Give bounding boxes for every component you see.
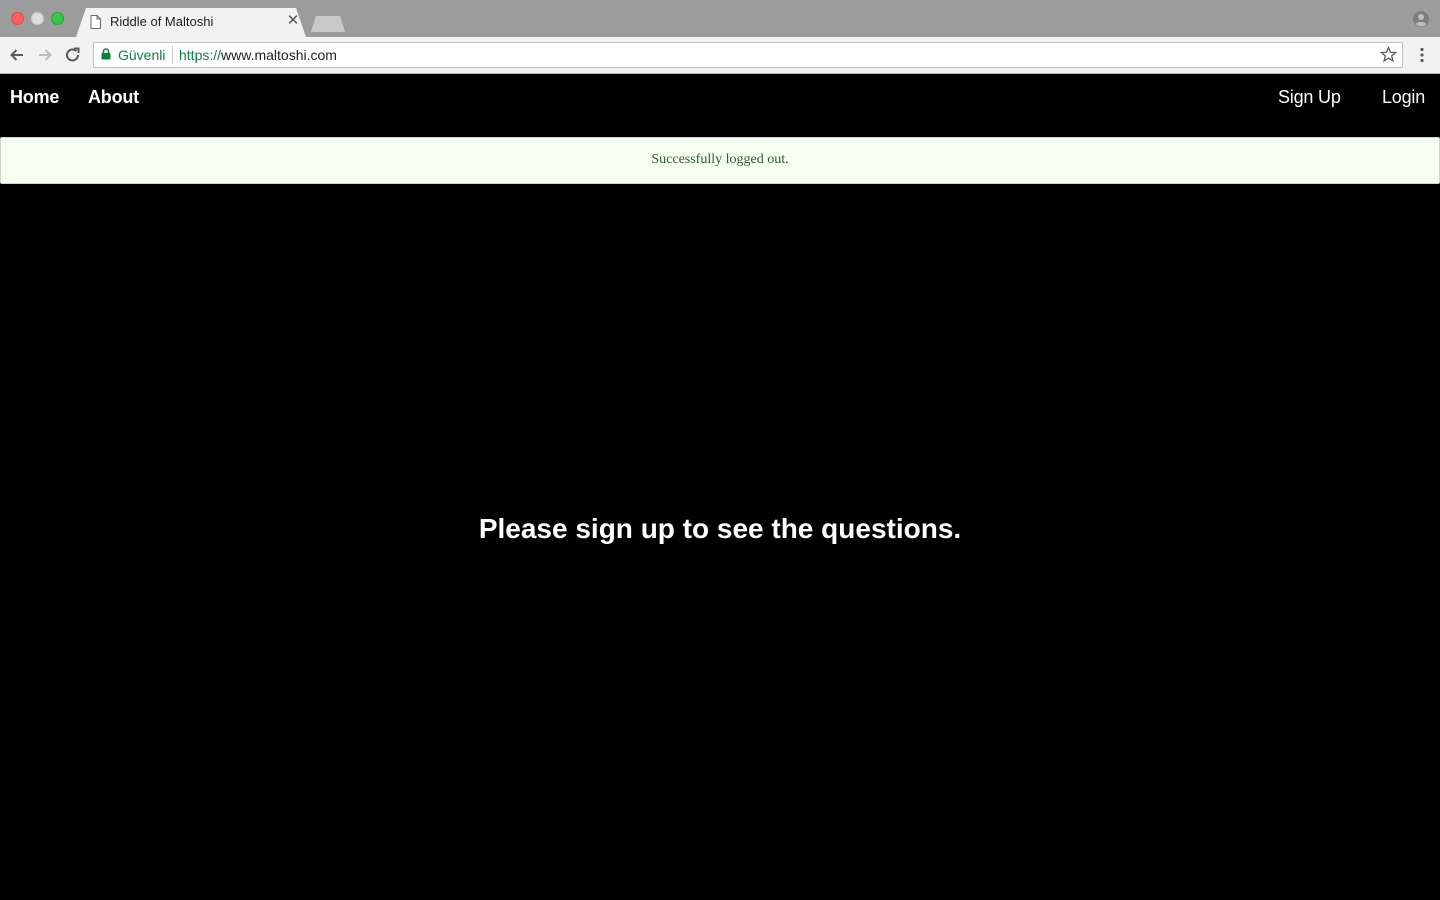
page-heading: Please sign up to see the questions. — [478, 513, 962, 544]
nav-home-link[interactable]: Home — [10, 87, 59, 108]
address-separator — [172, 46, 173, 64]
url-scheme: https:// — [179, 47, 222, 63]
star-icon[interactable] — [1380, 46, 1397, 63]
url-text[interactable]: https://www.maltoshi.com — [179, 47, 337, 63]
secure-label[interactable]: Güvenli — [118, 47, 165, 63]
new-tab-button[interactable] — [311, 16, 345, 32]
kebab-menu-icon[interactable] — [1416, 47, 1428, 63]
nav-login-link[interactable]: Login — [1382, 87, 1425, 108]
lock-icon — [101, 48, 111, 60]
site-navbar — [0, 75, 1440, 137]
url-host: www.maltoshi.com — [221, 47, 337, 63]
flash-message: Successfully logged out. — [651, 152, 789, 167]
reload-icon[interactable] — [64, 46, 82, 64]
window-minimize-button[interactable] — [31, 12, 44, 25]
forward-arrow-icon[interactable] — [36, 46, 54, 64]
back-arrow-icon[interactable] — [8, 46, 26, 64]
document-icon — [90, 15, 101, 29]
nav-about-link[interactable]: About — [88, 87, 139, 108]
nav-signup-link[interactable]: Sign Up — [1278, 87, 1341, 108]
window-close-button[interactable] — [11, 12, 24, 25]
window-maximize-button[interactable] — [51, 12, 64, 25]
close-icon[interactable]: ✕ — [286, 13, 300, 28]
tab-title: Riddle of Maltoshi — [110, 14, 214, 29]
profile-icon[interactable] — [1413, 11, 1429, 27]
